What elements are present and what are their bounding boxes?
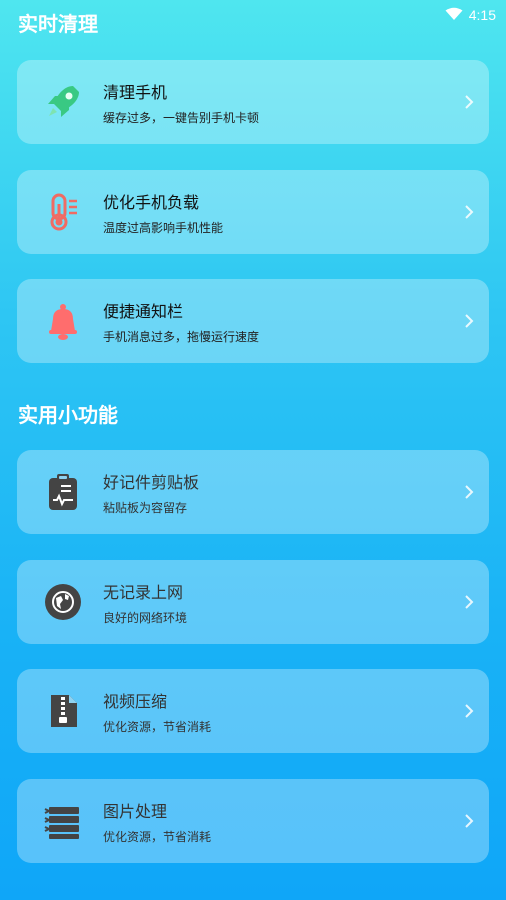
chevron-right-icon bbox=[463, 702, 475, 720]
card-incognito-browse[interactable]: 无记录上网 良好的网络环境 bbox=[17, 560, 489, 644]
card-subtitle: 粘贴板为容留存 bbox=[103, 500, 188, 515]
card-clipboard[interactable]: 好记件剪贴板 粘贴板为容留存 bbox=[17, 450, 489, 534]
wifi-icon bbox=[445, 7, 463, 24]
clipboard-icon bbox=[41, 470, 85, 514]
card-title: 好记件剪贴板 bbox=[103, 472, 200, 492]
thermometer-icon bbox=[41, 190, 85, 234]
chevron-right-icon bbox=[463, 812, 475, 830]
layers-icon bbox=[41, 799, 85, 843]
card-notification-bar[interactable]: 便捷通知栏 手机消息过多，拖慢运行速度 bbox=[17, 279, 489, 363]
section-title-tools: 实用小功能 bbox=[18, 403, 118, 427]
card-subtitle: 温度过高影响手机性能 bbox=[103, 220, 224, 235]
card-subtitle: 手机消息过多，拖慢运行速度 bbox=[103, 329, 260, 344]
card-title: 图片处理 bbox=[103, 801, 168, 821]
card-subtitle: 优化资源，节省消耗 bbox=[103, 829, 212, 844]
chevron-right-icon bbox=[463, 203, 475, 221]
status-time: 4:15 bbox=[468, 7, 496, 23]
card-title: 无记录上网 bbox=[103, 582, 184, 602]
zip-file-icon bbox=[41, 689, 85, 733]
card-subtitle: 优化资源，节省消耗 bbox=[103, 719, 212, 734]
card-image-process[interactable]: 图片处理 优化资源，节省消耗 bbox=[17, 779, 489, 863]
card-title: 便捷通知栏 bbox=[103, 301, 184, 321]
chevron-right-icon bbox=[463, 93, 475, 111]
bell-icon bbox=[41, 299, 85, 343]
card-subtitle: 缓存过多，一键告别手机卡顿 bbox=[103, 110, 260, 125]
card-clean-phone[interactable]: 清理手机 缓存过多，一键告别手机卡顿 bbox=[17, 60, 489, 144]
card-subtitle: 良好的网络环境 bbox=[103, 610, 188, 625]
chevron-right-icon bbox=[463, 312, 475, 330]
card-title: 视频压缩 bbox=[103, 691, 168, 711]
card-optimize-load[interactable]: 优化手机负载 温度过高影响手机性能 bbox=[17, 170, 489, 254]
chevron-right-icon bbox=[463, 593, 475, 611]
chevron-right-icon bbox=[463, 483, 475, 501]
status-bar: 4:15 bbox=[445, 6, 496, 24]
card-title: 清理手机 bbox=[103, 82, 168, 102]
card-title: 优化手机负载 bbox=[103, 192, 200, 212]
section-title-realtime: 实时清理 bbox=[18, 12, 98, 36]
globe-icon bbox=[41, 580, 85, 624]
rocket-icon bbox=[41, 80, 85, 124]
card-video-compress[interactable]: 视频压缩 优化资源，节省消耗 bbox=[17, 669, 489, 753]
